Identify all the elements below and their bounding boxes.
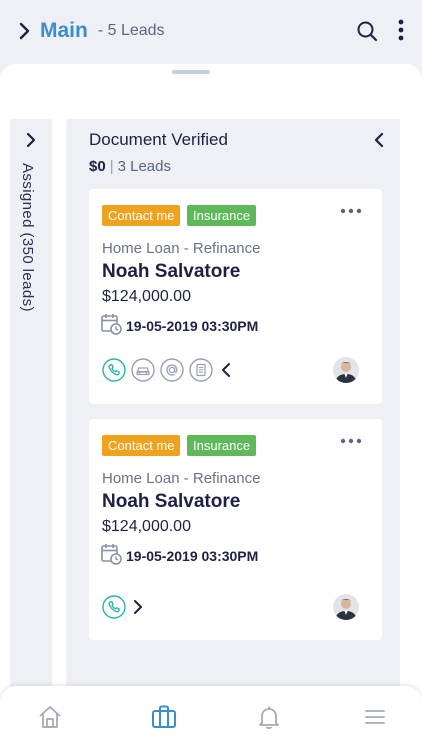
lead-name[interactable]: Noah Salvatore xyxy=(102,491,240,513)
lead-card[interactable]: Contact me Insurance Home Loan - Refinan… xyxy=(89,189,382,404)
lead-name[interactable]: Noah Salvatore xyxy=(102,261,240,283)
column-title: Document Verified xyxy=(89,130,228,149)
briefcase-icon[interactable] xyxy=(151,704,177,730)
tag-insurance: Insurance xyxy=(187,435,257,456)
home-icon[interactable] xyxy=(37,704,63,730)
more-horizontal-icon[interactable] xyxy=(340,208,362,214)
lead-date: 19-05-2019 03:30PM xyxy=(126,318,259,334)
phone-icon[interactable] xyxy=(102,358,126,382)
lead-date: 19-05-2019 03:30PM xyxy=(126,548,259,564)
chevron-right-icon[interactable] xyxy=(24,131,38,149)
column-assigned-collapsed[interactable]: Assigned (350 leads) xyxy=(10,119,52,709)
calendar-clock-icon xyxy=(101,544,122,565)
chevron-right-icon[interactable] xyxy=(16,20,34,42)
more-horizontal-icon[interactable] xyxy=(340,438,362,444)
lead-count: - 5 Leads xyxy=(97,22,165,39)
car-icon[interactable] xyxy=(131,358,155,382)
more-options-icon[interactable] xyxy=(398,19,404,41)
chevron-right-icon[interactable] xyxy=(132,599,144,615)
bell-icon[interactable] xyxy=(256,704,282,730)
column-amount: $0 xyxy=(89,158,106,175)
page-title: Main xyxy=(40,19,88,42)
loan-product: Home Loan - Refinance xyxy=(102,470,261,487)
drag-handle[interactable] xyxy=(172,70,210,74)
lead-card[interactable]: Contact me Insurance Home Loan - Refinan… xyxy=(89,419,382,640)
lead-amount: $124,000.00 xyxy=(102,288,191,305)
phone-icon[interactable] xyxy=(102,595,126,619)
lead-amount: $124,000.00 xyxy=(102,518,191,535)
menu-icon[interactable] xyxy=(362,704,388,730)
avatar[interactable] xyxy=(333,594,359,620)
bottom-nav xyxy=(0,686,422,750)
app-header: Main - 5 Leads xyxy=(0,0,422,62)
avatar[interactable] xyxy=(333,357,359,383)
tag-insurance: Insurance xyxy=(187,205,257,226)
column-summary: $0 | 3 Leads xyxy=(89,158,171,175)
at-icon[interactable] xyxy=(160,358,184,382)
loan-product: Home Loan - Refinance xyxy=(102,240,261,257)
chevron-left-icon[interactable] xyxy=(220,362,232,378)
column-label: Assigned (350 leads) xyxy=(19,163,36,312)
tag-contact-me: Contact me xyxy=(102,435,181,456)
chevron-left-icon[interactable] xyxy=(372,131,386,149)
column-leads: 3 Leads xyxy=(117,158,171,175)
separator: | xyxy=(109,158,114,175)
document-icon[interactable] xyxy=(189,358,213,382)
tag-contact-me: Contact me xyxy=(102,205,181,226)
calendar-clock-icon xyxy=(101,314,122,335)
search-icon[interactable] xyxy=(356,20,378,42)
